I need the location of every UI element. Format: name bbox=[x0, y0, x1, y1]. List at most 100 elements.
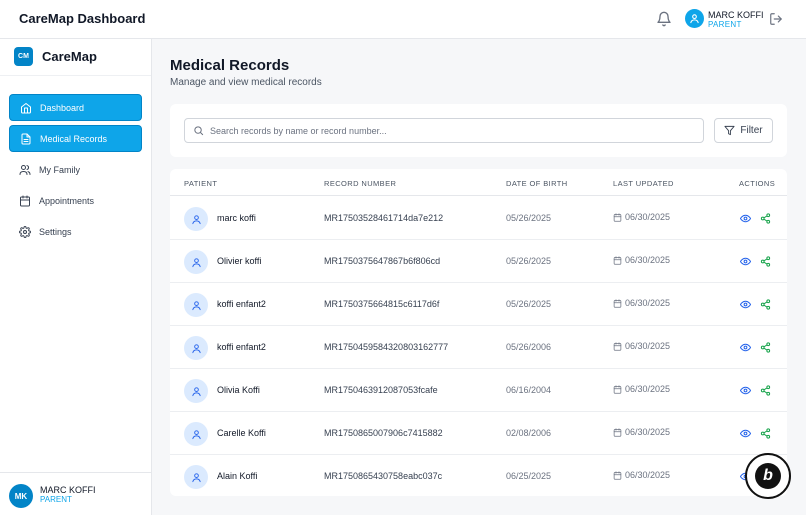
patient-avatar bbox=[184, 422, 208, 446]
logout-icon[interactable] bbox=[769, 12, 783, 26]
calendar-icon bbox=[613, 384, 622, 394]
date-of-birth: 02/08/2006 bbox=[506, 428, 552, 438]
patient-avatar bbox=[184, 207, 208, 231]
table-row[interactable]: Olivier koffi MR1750375647867b6f806cd 05/2… bbox=[170, 240, 787, 283]
date-of-birth: 06/16/2004 bbox=[506, 385, 552, 395]
date-of-birth: 05/26/2025 bbox=[506, 299, 552, 309]
sidebar-user: MK MARC KOFFI PARENT bbox=[0, 472, 151, 515]
column-header-date-of-birth: DATE OF BIRTH bbox=[506, 179, 568, 188]
user-icon bbox=[191, 214, 201, 224]
eye-icon[interactable] bbox=[740, 342, 751, 353]
record-number: MR1750463912087053fcafe bbox=[324, 385, 438, 395]
table-row[interactable]: koffi enfant2 MR1750459584320803162777 05/… bbox=[170, 326, 787, 369]
calendar-icon bbox=[613, 212, 622, 222]
last-updated: 06/30/2025 bbox=[613, 298, 670, 308]
sidebar-nav: Dashboard Medical Records My Family Appo… bbox=[9, 94, 142, 249]
table-header: PATIENT RECORD NUMBER DATE OF BIRTH LAST… bbox=[170, 169, 787, 196]
calendar-icon bbox=[613, 298, 622, 308]
share-icon[interactable] bbox=[760, 428, 771, 439]
user-icon bbox=[191, 472, 201, 482]
column-header-record-number: RECORD NUMBER bbox=[324, 179, 397, 188]
column-header-patient: PATIENT bbox=[184, 179, 218, 188]
sidebar: CM CareMap Dashboard Medical Records My … bbox=[0, 39, 152, 515]
share-icon[interactable] bbox=[760, 256, 771, 267]
last-updated-date: 06/30/2025 bbox=[625, 470, 671, 480]
record-number: MR1750459584320803162777 bbox=[324, 342, 449, 352]
calendar-icon bbox=[613, 255, 622, 265]
top-user-info: MARC KOFFI PARENT bbox=[708, 10, 764, 30]
top-bar: CareMap Dashboard MARC KOFFI PARENT bbox=[0, 0, 806, 39]
share-icon[interactable] bbox=[760, 299, 771, 310]
patient-name: Carelle Koffi bbox=[217, 428, 266, 438]
search-icon bbox=[194, 126, 204, 136]
user-icon bbox=[191, 300, 201, 310]
eye-icon[interactable] bbox=[740, 428, 751, 439]
eye-icon[interactable] bbox=[740, 256, 751, 267]
search-input[interactable] bbox=[210, 125, 690, 136]
sidebar-item-appointments[interactable]: Appointments bbox=[9, 187, 142, 214]
eye-icon[interactable] bbox=[740, 385, 751, 396]
eye-icon[interactable] bbox=[740, 299, 751, 310]
patient-name: koffi enfant2 bbox=[217, 299, 266, 309]
sidebar-avatar[interactable]: MK bbox=[9, 484, 33, 508]
document-icon bbox=[21, 133, 31, 144]
top-user-role: PARENT bbox=[708, 20, 742, 29]
date-of-birth: 05/26/2006 bbox=[506, 342, 552, 352]
record-number: MR1750375647867b6f806cd bbox=[324, 256, 441, 266]
patient-name: Alain Koffi bbox=[217, 471, 258, 481]
last-updated: 06/30/2025 bbox=[613, 341, 670, 351]
table-row[interactable]: koffi enfant2 MR1750375664815c6117d6f 05/2… bbox=[170, 283, 787, 326]
last-updated-date: 06/30/2025 bbox=[625, 212, 671, 222]
user-avatar[interactable] bbox=[685, 9, 704, 28]
brand-name: CareMap bbox=[42, 49, 97, 64]
last-updated: 06/30/2025 bbox=[613, 384, 670, 394]
gear-icon bbox=[19, 225, 31, 238]
table-row[interactable]: Alain Koffi MR1750865430758eabc037c 06/25/… bbox=[170, 455, 787, 496]
column-header-last-updated: LAST UPDATED bbox=[613, 179, 674, 188]
user-icon bbox=[690, 14, 699, 24]
date-of-birth: 05/26/2025 bbox=[506, 213, 552, 223]
record-number: MR1750865430758eabc037c bbox=[324, 471, 443, 481]
patient-avatar bbox=[184, 293, 208, 317]
last-updated-date: 06/30/2025 bbox=[625, 384, 671, 394]
sidebar-item-my-family[interactable]: My Family bbox=[9, 156, 142, 183]
app-title: CareMap Dashboard bbox=[19, 11, 146, 26]
last-updated-date: 06/30/2025 bbox=[625, 298, 671, 308]
patient-name: marc koffi bbox=[217, 213, 256, 223]
record-number: MR17503528461714da7e212 bbox=[324, 213, 444, 223]
share-icon[interactable] bbox=[760, 385, 771, 396]
user-icon bbox=[191, 386, 201, 396]
table-row[interactable]: Carelle Koffi MR1750865007906c7415882 02/0… bbox=[170, 412, 787, 455]
search-card: Filter bbox=[170, 104, 787, 157]
bolt-badge-logo[interactable]: b bbox=[745, 453, 791, 499]
search-box[interactable] bbox=[184, 118, 704, 143]
page-title: Medical Records bbox=[170, 57, 290, 74]
calendar-icon bbox=[613, 427, 622, 437]
sidebar-item-dashboard[interactable]: Dashboard bbox=[9, 94, 142, 121]
sidebar-item-label: Dashboard bbox=[40, 102, 85, 113]
filter-icon bbox=[724, 125, 735, 136]
last-updated: 06/30/2025 bbox=[613, 255, 670, 265]
last-updated: 06/30/2025 bbox=[613, 212, 670, 222]
date-of-birth: 06/25/2025 bbox=[506, 471, 552, 481]
brand-logo: CM bbox=[14, 47, 33, 66]
filter-button[interactable]: Filter bbox=[714, 118, 773, 143]
last-updated-date: 06/30/2025 bbox=[625, 341, 671, 351]
bell-icon[interactable] bbox=[656, 11, 672, 27]
share-icon[interactable] bbox=[760, 213, 771, 224]
patient-avatar bbox=[184, 379, 208, 403]
sidebar-item-label: My Family bbox=[39, 164, 80, 175]
table-row[interactable]: marc koffi MR17503528461714da7e212 05/26/2… bbox=[170, 197, 787, 240]
home-icon bbox=[21, 102, 31, 113]
filter-label: Filter bbox=[740, 125, 763, 136]
patient-name: Olivier koffi bbox=[217, 256, 262, 266]
top-user-name: MARC KOFFI bbox=[708, 10, 764, 20]
calendar-icon bbox=[20, 195, 30, 206]
patient-avatar bbox=[184, 465, 208, 489]
table-row[interactable]: Olivia Koffi MR1750463912087053fcafe 06/16… bbox=[170, 369, 787, 412]
share-icon[interactable] bbox=[760, 342, 771, 353]
sidebar-item-settings[interactable]: Settings bbox=[9, 218, 142, 245]
eye-icon[interactable] bbox=[740, 213, 751, 224]
calendar-icon bbox=[613, 341, 622, 351]
sidebar-item-medical-records[interactable]: Medical Records bbox=[9, 125, 142, 152]
